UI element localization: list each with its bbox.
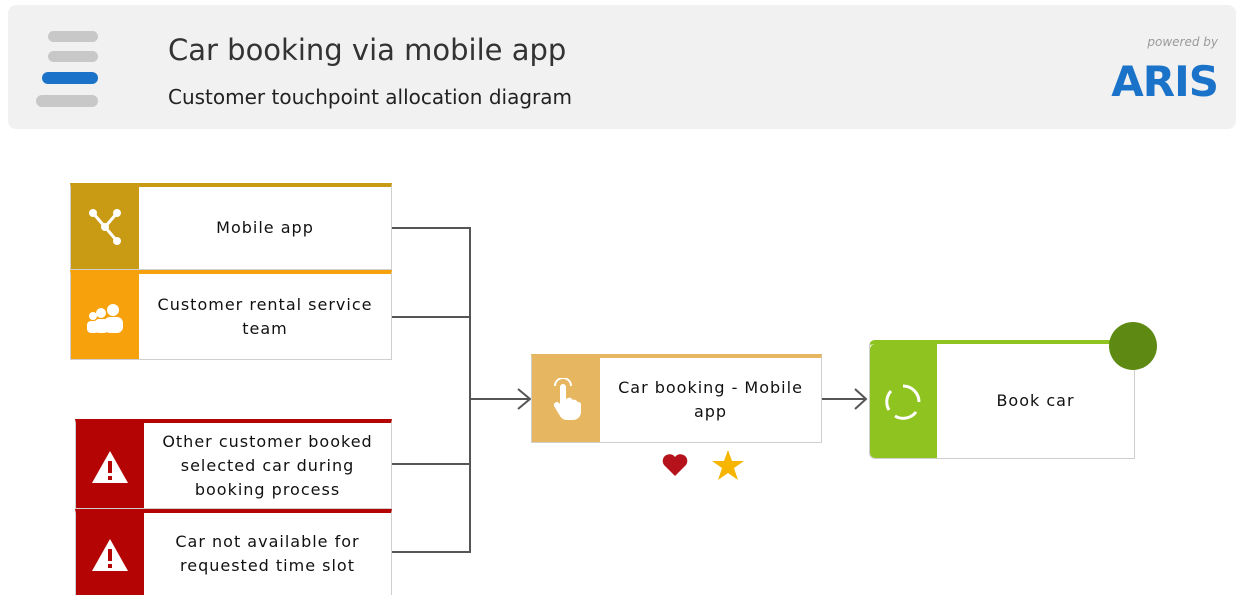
node-risk-car-not-available[interactable]: Car not available for requested time slo…: [75, 509, 392, 595]
warning-icon: [76, 513, 144, 595]
node-label: Book car: [996, 391, 1075, 410]
node-customer-rental-service-team[interactable]: Customer rental service team: [70, 270, 392, 360]
touch-hand-icon: [532, 358, 600, 442]
node-touchpoint-car-booking-mobile-app[interactable]: Car booking - Mobile app: [531, 354, 822, 443]
node-label: Car booking - Mobile app: [618, 378, 803, 421]
status-indicator-icon: [1109, 322, 1157, 370]
node-label: Customer rental service team: [157, 294, 373, 338]
heart-icon: [662, 454, 688, 476]
share-network-icon: [71, 187, 139, 269]
cycle-process-icon: [870, 344, 937, 458]
node-process-book-car[interactable]: Book car: [869, 340, 1135, 459]
node-label: Mobile app: [216, 218, 314, 237]
people-group-icon: [71, 274, 139, 359]
node-risk-other-customer-booked[interactable]: Other customer booked selected car durin…: [75, 419, 392, 509]
star-icon: [712, 450, 744, 480]
node-mobile-app[interactable]: Mobile app: [70, 183, 392, 270]
node-label: Other customer booked selected car durin…: [162, 431, 373, 499]
warning-icon: [76, 423, 144, 508]
node-label: Car not available for requested time slo…: [175, 532, 360, 575]
